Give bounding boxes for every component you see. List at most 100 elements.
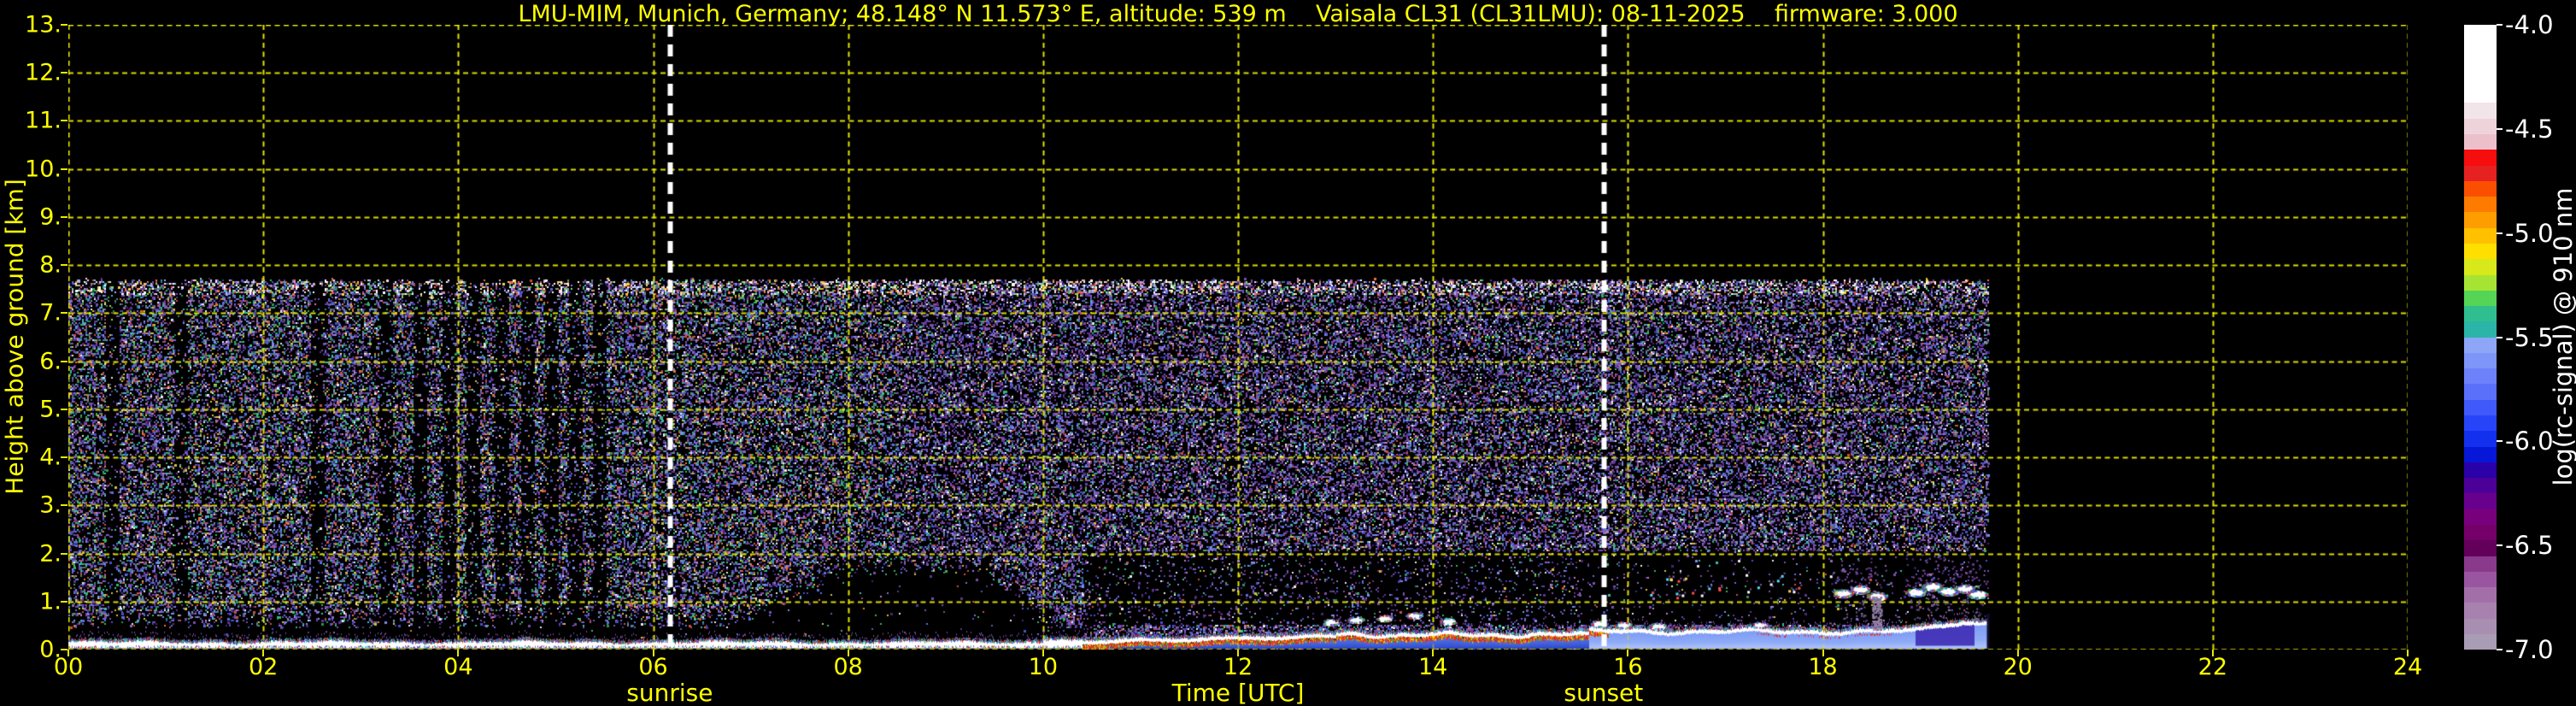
colorbar-tick-mark [2497, 336, 2503, 338]
y-tick-mark [61, 649, 67, 650]
y-tick-label: 13. [25, 11, 62, 38]
y-tick-mark [61, 264, 67, 267]
y-tick-mark [61, 215, 67, 218]
colorbar-color-step [2464, 165, 2497, 181]
y-tick-label: 2. [39, 540, 62, 568]
x-tick-mark [2407, 650, 2409, 656]
colorbar-color-step [2464, 431, 2497, 447]
x-tick-mark [1042, 650, 1044, 656]
colorbar-color-step [2464, 133, 2497, 150]
colorbar-color-step [2464, 180, 2497, 197]
colorbar-color-step [2464, 212, 2497, 228]
colorbar-label: log(rc-signal) @ 910 nm [2549, 187, 2576, 486]
colorbar-color-step [2464, 587, 2497, 603]
x-tick-mark [652, 650, 654, 656]
y-tick-label: 10. [25, 156, 62, 183]
colorbar-color-step [2464, 118, 2497, 134]
colorbar-color-step [2464, 274, 2497, 291]
y-tick-mark [61, 168, 67, 170]
colorbar-color-step [2464, 259, 2497, 275]
x-tick-mark [262, 650, 265, 656]
x-tick-mark [1432, 650, 1435, 656]
colorbar-tick-label: -4.5 [2505, 114, 2554, 144]
y-tick-mark [61, 552, 67, 555]
x-tick-mark [1822, 650, 1824, 656]
x-tick-mark [1237, 650, 1239, 656]
x-tick-label: 10 [1028, 654, 1059, 680]
y-tick-mark [61, 408, 67, 410]
y-tick-label: 5. [39, 396, 62, 423]
x-tick-mark [1627, 650, 1629, 656]
x-tick-label: 14 [1417, 654, 1448, 680]
y-tick-mark [61, 360, 67, 362]
y-tick-mark [61, 312, 67, 315]
colorbar-color-step [2464, 618, 2497, 634]
colorbar-color-step [2464, 25, 2497, 41]
colorbar-color-step [2464, 321, 2497, 338]
y-tick-label: 11. [25, 107, 62, 134]
colorbar-color-step [2464, 478, 2497, 494]
colorbar-color-step [2464, 243, 2497, 260]
colorbar-tick-mark [2497, 24, 2503, 26]
colorbar-color-step [2464, 399, 2497, 416]
x-tick-label: 20 [2003, 654, 2033, 680]
colorbar-color-step [2464, 446, 2497, 462]
colorbar-tick-mark [2497, 649, 2503, 650]
colorbar-tick-label: -6.0 [2505, 427, 2554, 456]
colorbar-color-step [2464, 352, 2497, 369]
y-tick-label: 9. [39, 203, 62, 231]
x-tick-label: 04 [443, 654, 473, 680]
colorbar-color-step [2464, 71, 2497, 88]
x-tick-label: 22 [2198, 654, 2228, 680]
colorbar-tick-mark [2497, 127, 2503, 130]
y-tick-label: 7. [39, 299, 62, 327]
colorbar-color-step [2464, 337, 2497, 353]
colorbar-tick-mark [2497, 440, 2503, 443]
x-axis-label: Time [UTC] [1171, 679, 1305, 706]
y-tick-label: 0. [39, 636, 62, 663]
y-tick-mark [61, 504, 67, 507]
sunset-annotation: sunset [1564, 679, 1644, 706]
colorbar-color-step [2464, 540, 2497, 556]
x-tick-mark [2211, 650, 2214, 656]
colorbar-color-step [2464, 290, 2497, 307]
colorbar-color-step [2464, 368, 2497, 385]
sunrise-annotation: sunrise [626, 679, 713, 706]
colorbar-color-step [2464, 103, 2497, 119]
colorbar-color-step [2464, 603, 2497, 619]
x-tick-label: 12 [1223, 654, 1253, 680]
colorbar-tick-mark [2497, 232, 2503, 234]
ceilometer-quicklook-figure: LMU-MIM, Munich, Germany; 48.148° N 11.5… [0, 0, 2576, 706]
y-tick-mark [61, 120, 67, 122]
x-tick-label: 06 [638, 654, 668, 680]
colorbar-color-step [2464, 384, 2497, 400]
y-tick-label: 3. [39, 491, 62, 519]
colorbar-color-step [2464, 509, 2497, 525]
y-tick-label: 6. [39, 348, 62, 375]
y-tick-label: 4. [39, 444, 62, 471]
y-tick-label: 1. [39, 588, 62, 615]
y-tick-mark [61, 456, 67, 459]
colorbar-color-step [2464, 633, 2497, 650]
x-tick-label: 24 [2392, 654, 2423, 680]
x-tick-mark [67, 650, 69, 656]
y-tick-mark [61, 24, 67, 26]
colorbar-color-step [2464, 56, 2497, 72]
colorbar-color-step [2464, 197, 2497, 213]
colorbar-color-step [2464, 40, 2497, 56]
x-tick-label: 08 [833, 654, 863, 680]
x-tick-label: 02 [248, 654, 279, 680]
colorbar-color-step [2464, 525, 2497, 541]
x-tick-mark [847, 650, 849, 656]
x-tick-label: 18 [1808, 654, 1838, 680]
colorbar-color-step [2464, 87, 2497, 103]
colorbar-tick-label: -5.5 [2505, 322, 2554, 352]
colorbar-tick-mark [2497, 544, 2503, 547]
colorbar-tick-label: -4.0 [2505, 10, 2554, 39]
y-tick-label: 12. [25, 59, 62, 86]
x-tick-mark [457, 650, 460, 656]
colorbar-color-step [2464, 306, 2497, 322]
colorbar-color-step [2464, 227, 2497, 244]
colorbar-tick-label: -6.5 [2505, 531, 2554, 561]
colorbar [2464, 25, 2497, 650]
